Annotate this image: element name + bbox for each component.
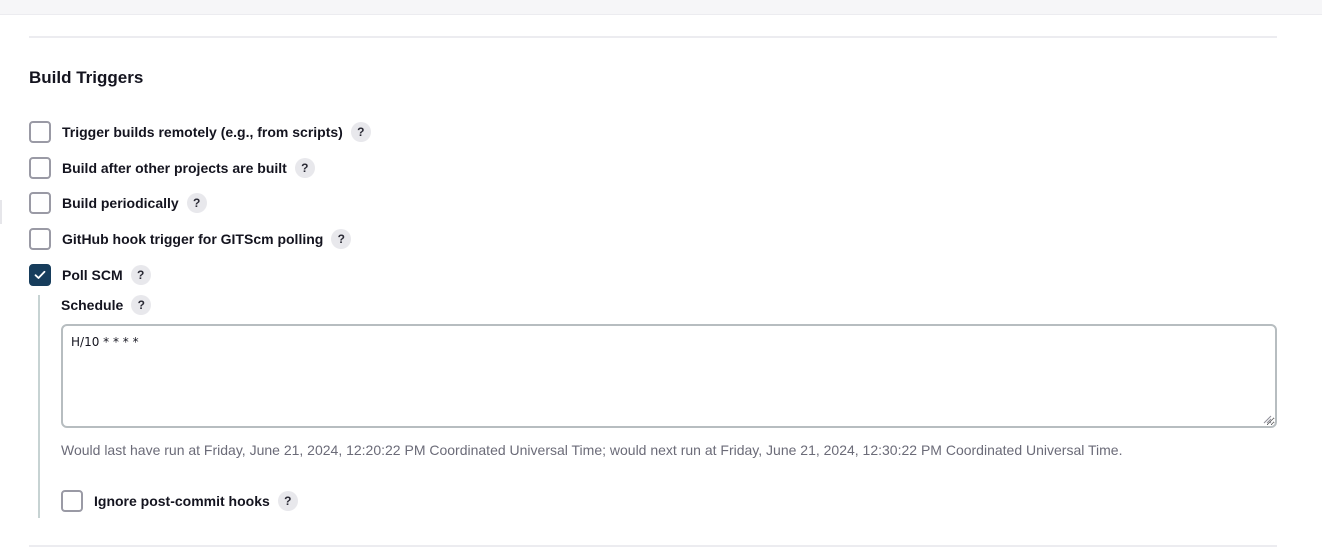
help-icon[interactable]: ?	[130, 265, 151, 285]
nested-section-indicator	[38, 295, 40, 518]
schedule-field-label: Schedule ?	[61, 294, 152, 316]
help-icon[interactable]: ?	[331, 229, 352, 249]
build-periodically-label[interactable]: Build periodically	[62, 195, 179, 211]
help-icon[interactable]: ?	[277, 491, 298, 511]
checkmark-icon	[34, 270, 46, 279]
ignore-post-commit-checkbox[interactable]	[61, 490, 83, 512]
build-after-other-option[interactable]: Build after other projects are built ?	[29, 156, 315, 180]
build-after-other-label[interactable]: Build after other projects are built	[62, 160, 287, 176]
build-after-other-checkbox[interactable]	[29, 157, 51, 179]
trigger-remote-checkbox[interactable]	[29, 121, 51, 143]
build-periodically-checkbox[interactable]	[29, 192, 51, 214]
help-icon[interactable]: ?	[186, 193, 207, 213]
help-icon[interactable]: ?	[350, 122, 371, 142]
schedule-run-info: Would last have run at Friday, June 21, …	[61, 442, 1123, 458]
poll-scm-checkbox[interactable]	[29, 264, 51, 286]
trigger-remote-option[interactable]: Trigger builds remotely (e.g., from scri…	[29, 120, 371, 144]
ignore-post-commit-option[interactable]: Ignore post-commit hooks ?	[61, 489, 298, 513]
schedule-input[interactable]: H/10 * * * *	[61, 324, 1277, 428]
github-hook-label[interactable]: GitHub hook trigger for GITScm polling	[62, 231, 323, 247]
poll-scm-option[interactable]: Poll SCM ?	[29, 263, 151, 287]
schedule-label: Schedule	[61, 297, 124, 313]
side-panel-edge	[0, 200, 2, 224]
trigger-remote-label[interactable]: Trigger builds remotely (e.g., from scri…	[62, 124, 343, 140]
section-divider-bottom	[29, 545, 1277, 547]
section-title: Build Triggers	[29, 68, 144, 87]
poll-scm-label[interactable]: Poll SCM	[62, 267, 123, 283]
help-icon[interactable]: ?	[131, 295, 152, 315]
help-icon[interactable]: ?	[294, 158, 315, 178]
github-hook-option[interactable]: GitHub hook trigger for GITScm polling ?	[29, 227, 352, 251]
build-periodically-option[interactable]: Build periodically ?	[29, 191, 207, 215]
resize-grip-icon[interactable]	[1262, 414, 1272, 424]
ignore-post-commit-label[interactable]: Ignore post-commit hooks	[94, 493, 270, 509]
section-divider-top	[29, 36, 1277, 38]
github-hook-checkbox[interactable]	[29, 228, 51, 250]
page-top-bar	[0, 0, 1322, 15]
